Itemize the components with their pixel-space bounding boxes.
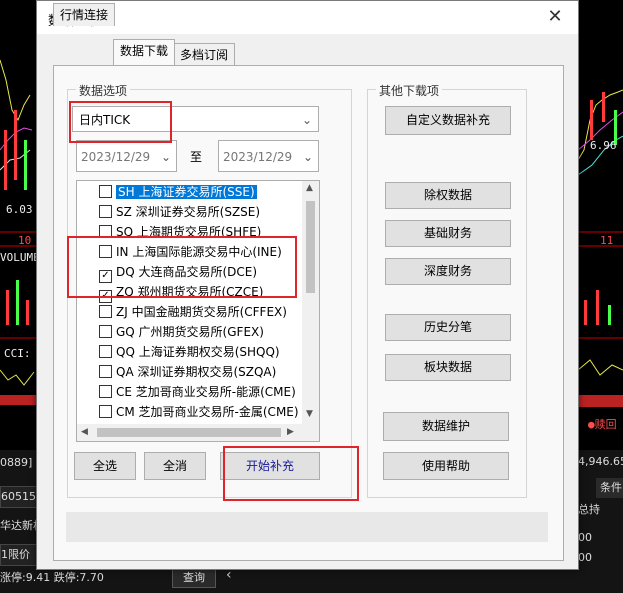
query-button[interactable]: 查询 <box>172 568 216 588</box>
holdings-value-2: 00 <box>578 551 592 564</box>
exchange-list-item[interactable]: GQ 广州期货交易所(GFEX) <box>99 322 264 342</box>
checkbox-icon[interactable] <box>99 365 112 378</box>
fundamentals-button[interactable]: 基础财务 <box>385 220 511 247</box>
exchange-list-item[interactable]: CE 芝加哥商业交易所-能源(CME) <box>99 382 296 402</box>
exchange-list[interactable]: SH 上海证券交易所(SSE) SZ 深圳证券交易所(SZSE) SQ 上海期货交易… <box>76 180 320 442</box>
end-date-value: 2023/12/29 <box>223 150 293 164</box>
highlight-box-start <box>223 446 359 501</box>
sector-data-button[interactable]: 板块数据 <box>385 354 511 381</box>
data-maintenance-button[interactable]: 数据维护 <box>383 412 509 441</box>
vertical-scroll-thumb[interactable] <box>306 201 315 293</box>
close-icon[interactable]: ✕ <box>544 6 566 28</box>
stock-code-suffix: 0889] <box>0 456 33 469</box>
checkbox-icon[interactable] <box>99 385 112 398</box>
exchange-list-item[interactable]: ZJ 中国金融期货交易所(CFFEX) <box>99 302 287 322</box>
condition-tab[interactable]: 条件 <box>596 478 623 498</box>
data-options-title: 数据选项 <box>76 82 131 99</box>
start-date-picker[interactable]: 2023/12/29 ⌄ <box>76 140 177 172</box>
start-date-value: 2023/12/29 <box>81 150 151 164</box>
tab-quote-connection[interactable]: 行情连接 <box>53 3 116 26</box>
exchange-label: GQ 广州期货交易所(GFEX) <box>116 325 264 339</box>
exchange-label: QQ 上海证券期权交易(SHQQ) <box>116 345 280 359</box>
date-label-right: 11 <box>600 234 614 247</box>
exchange-list-item[interactable]: SH 上海证券交易所(SSE) <box>99 182 257 202</box>
end-date-picker[interactable]: 2023/12/29 ⌄ <box>218 140 319 172</box>
checkbox-icon[interactable] <box>99 305 112 318</box>
scroll-down-icon[interactable]: ▼ <box>306 409 313 419</box>
other-downloads-title: 其他下载项 <box>376 82 443 99</box>
deep-finance-button[interactable]: 深度财务 <box>385 258 511 285</box>
chevron-down-icon: ⌄ <box>160 150 171 164</box>
redeem-dot-icon: ● <box>588 418 595 431</box>
highlight-box-type <box>69 101 172 143</box>
to-label: 至 <box>190 150 203 164</box>
clear-all-button[interactable]: 全消 <box>144 452 206 480</box>
vertical-scrollbar[interactable]: ▲ ▼ <box>302 181 319 424</box>
custom-supplement-button[interactable]: 自定义数据补充 <box>385 106 511 135</box>
scroll-right-icon[interactable]: ▶ <box>287 427 294 437</box>
checkbox-icon[interactable] <box>99 325 112 338</box>
checkbox-icon[interactable] <box>99 405 112 418</box>
history-tick-button[interactable]: 历史分笔 <box>385 314 511 341</box>
exchange-label: CM 芝加哥商业交易所-金属(CME) <box>116 405 299 419</box>
chevron-down-icon: ⌄ <box>301 113 312 127</box>
scroll-up-icon[interactable]: ▲ <box>306 183 313 193</box>
tab-data-download[interactable]: 数据下载 <box>113 39 176 65</box>
dialog-titlebar: 数据接收 ✕ <box>37 1 578 34</box>
price-label-right: 6.96 <box>590 139 617 152</box>
date-label-left: 10 <box>18 234 32 247</box>
exchange-label: CE 芝加哥商业交易所-能源(CME) <box>116 385 296 399</box>
tab-multi-level-subscribe[interactable]: 多档订阅 <box>173 43 236 66</box>
exchange-list-item[interactable]: CM 芝加哥商业交易所-金属(CME) <box>99 402 299 422</box>
checkbox-icon[interactable] <box>99 345 112 358</box>
exchange-list-item[interactable]: QQ 上海证券期权交易(SHQQ) <box>99 342 280 362</box>
horizontal-scroll-thumb[interactable] <box>97 428 281 437</box>
limit-prices: 涨停:9.41 跌停:7.70 <box>0 571 104 584</box>
highlight-box-exchanges <box>67 236 297 298</box>
horizontal-scrollbar[interactable]: ◀ ▶ <box>77 424 319 441</box>
checkbox-icon[interactable] <box>99 205 112 218</box>
chevron-down-icon: ⌄ <box>302 150 313 164</box>
exchange-label: SH 上海证券交易所(SSE) <box>116 185 257 199</box>
price-label-left: 6.03 <box>6 203 33 216</box>
checkbox-icon[interactable] <box>99 185 112 198</box>
exchange-label: QA 深圳证券期权交易(SZQA) <box>116 365 277 379</box>
help-button[interactable]: 使用帮助 <box>383 452 509 480</box>
index-value: 4,946.65 <box>578 455 623 468</box>
ex-rights-button[interactable]: 除权数据 <box>385 182 511 209</box>
holdings-value-1: 00 <box>578 531 592 544</box>
select-all-button[interactable]: 全选 <box>74 452 136 480</box>
exchange-list-item[interactable]: QA 深圳证券期权交易(SZQA) <box>99 362 276 382</box>
exchange-label: SZ 深圳证券交易所(SZSE) <box>116 205 261 219</box>
holdings-label: 总持 <box>578 503 600 516</box>
exchange-label: ZJ 中国金融期货交易所(CFFEX) <box>116 305 287 319</box>
redeem-label: ●赎回 <box>588 418 617 431</box>
scroll-left-icon[interactable]: ◀ <box>81 427 88 437</box>
progress-status-area <box>66 512 548 542</box>
exchange-list-item[interactable]: SZ 深圳证券交易所(SZSE) <box>99 202 260 222</box>
